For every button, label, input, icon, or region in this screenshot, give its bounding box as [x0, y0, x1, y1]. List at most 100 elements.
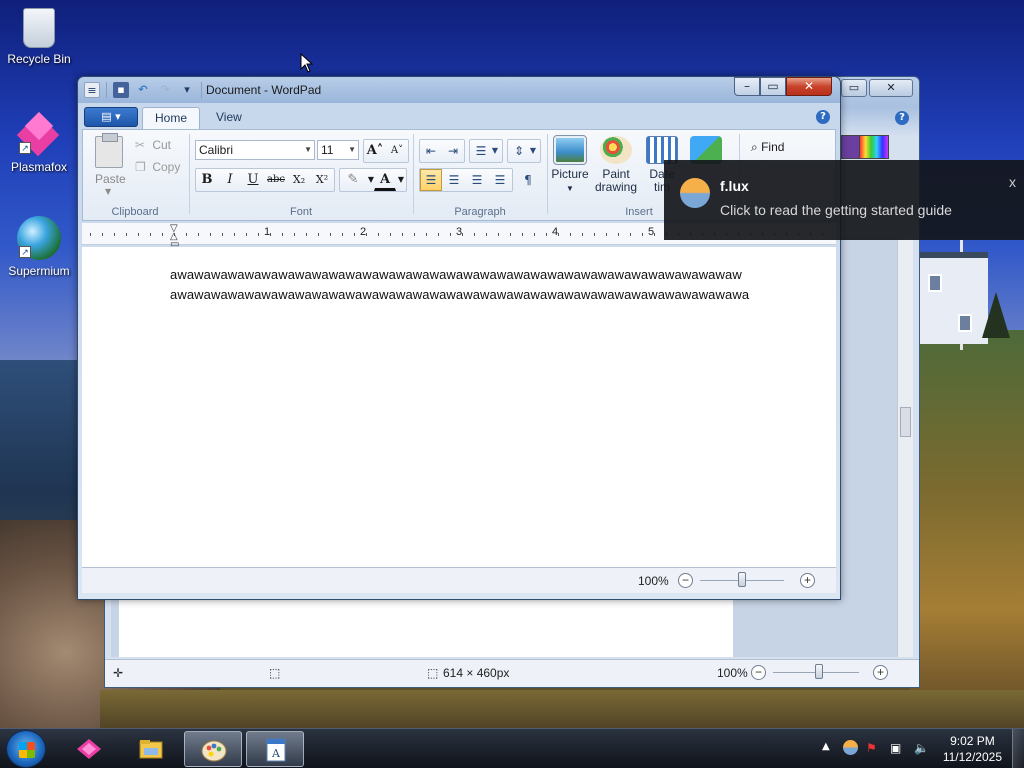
binoculars-icon: ⌕ — [751, 140, 758, 154]
notification-close-button[interactable]: x — [1009, 174, 1016, 190]
window-title: Document - WordPad — [206, 83, 322, 97]
close-button[interactable]: ✕ — [786, 77, 832, 96]
clock[interactable]: 9:02 PM 11/12/2025 — [943, 733, 1002, 765]
chevron-down-icon[interactable]: ▼ — [390, 169, 412, 191]
paste-icon — [95, 133, 123, 168]
font-family-select[interactable]: Calibri ▼ — [195, 140, 315, 160]
flux-notification[interactable]: f.lux Click to read the getting started … — [664, 160, 1024, 240]
paint-zoom-thumb[interactable] — [815, 664, 823, 679]
save-icon[interactable]: ▪ — [113, 82, 129, 98]
ruler-tick — [306, 233, 307, 236]
underline-icon[interactable]: U — [242, 169, 264, 191]
font-size-select[interactable]: 11 ▼ — [317, 140, 359, 160]
scroll-thumb[interactable] — [900, 407, 911, 437]
shrink-font-icon[interactable]: A˅ — [386, 140, 408, 162]
insert-picture-button[interactable]: Picture ▼ — [547, 135, 593, 195]
ruler-tick — [90, 233, 91, 236]
paint-close-button[interactable]: ✕ — [869, 79, 913, 97]
ruler-tick — [126, 233, 127, 236]
font-style-group: B I U abc X₂ X² — [195, 168, 335, 192]
copy-icon: ❐ — [135, 160, 146, 174]
help-icon[interactable]: ? — [816, 110, 830, 124]
minimize-button[interactable]: – — [734, 77, 760, 96]
superscript-icon[interactable]: X² — [311, 169, 333, 191]
increase-indent-icon[interactable]: ⇥ — [442, 140, 464, 162]
taskbar-paint[interactable] — [184, 731, 242, 767]
document-text-line[interactable]: awawawawawawawawawawawawawawawawawawawaw… — [170, 267, 742, 282]
wordpad-app-icon[interactable]: ≡ — [84, 82, 100, 98]
copy-button[interactable]: ❐ Copy — [135, 160, 180, 174]
strikethrough-icon[interactable]: abc — [265, 169, 287, 191]
paint-canvas[interactable] — [119, 597, 733, 657]
taskbar-file-explorer[interactable] — [122, 731, 180, 767]
document-page[interactable]: awawawawawawawawawawawawawawawawawawawaw… — [82, 247, 836, 567]
desktop-icon-plasmafox[interactable]: ↗ Plasmafox — [1, 111, 77, 174]
cut-button[interactable]: ✂ Cut — [135, 138, 171, 152]
flux-tray-icon[interactable] — [843, 740, 858, 755]
group-separator — [413, 134, 414, 214]
tab-home[interactable]: Home — [142, 107, 201, 129]
edit-colors-swatch[interactable] — [841, 135, 861, 159]
taskbar: A ▲ ⚑ ▣ 🔈 9:02 PM 11/12/2025 — [0, 728, 1024, 768]
bold-icon[interactable]: B — [196, 169, 218, 191]
font-family-value: Calibri — [199, 143, 234, 157]
undo-icon[interactable]: ↶ — [135, 82, 151, 98]
network-icon[interactable]: ▣ — [890, 741, 901, 755]
action-center-flag-icon[interactable]: ⚑ — [866, 741, 877, 755]
find-button[interactable]: ⌕ Find — [751, 140, 784, 155]
redo-icon[interactable]: ↷ — [157, 82, 173, 98]
customize-qat-icon[interactable]: ▾ — [179, 82, 195, 98]
ruler-tick — [378, 233, 379, 236]
ruler-tick — [102, 233, 103, 236]
taskbar-wordpad[interactable]: A — [246, 731, 304, 767]
ruler-number: 4 — [552, 226, 559, 238]
desktop-icon-recycle-bin[interactable]: Recycle Bin — [1, 8, 77, 66]
grow-font-icon[interactable]: A˄ — [364, 140, 386, 162]
subscript-icon[interactable]: X₂ — [288, 169, 310, 191]
maximize-button[interactable]: ▭ — [760, 77, 786, 96]
show-desktop-button[interactable] — [1012, 729, 1024, 768]
color-palette-icon[interactable] — [859, 135, 889, 159]
align-left-icon[interactable]: ☰ — [420, 169, 442, 191]
taskbar-plasmafox[interactable] — [60, 731, 118, 767]
font-color-group: ✎ ▼ A ▼ — [339, 168, 407, 192]
mouse-cursor-icon — [300, 53, 314, 73]
zoom-thumb[interactable] — [738, 572, 746, 587]
align-right-icon[interactable]: ☰ — [466, 169, 488, 191]
paragraph-settings-icon[interactable]: ¶ — [517, 169, 539, 191]
ruler-number: 2 — [360, 226, 367, 238]
clock-date: 11/12/2025 — [942, 750, 1002, 764]
indent-marker[interactable]: ▽ △ ▭ — [170, 224, 179, 250]
document-text-line[interactable]: awawawawawawawawawawawawawawawawawawawaw… — [170, 287, 749, 302]
wordpad-titlebar[interactable]: ≡ ▪ ↶ ↷ ▾ Document - WordPad – ▭ ✕ — [78, 77, 840, 103]
supermium-icon: ↗ — [17, 216, 61, 260]
group-label-paragraph: Paragraph — [454, 206, 506, 218]
paint-help-icon[interactable]: ? — [895, 111, 909, 125]
notification-message[interactable]: Click to read the getting started guide — [720, 202, 952, 218]
ruler-tick — [630, 233, 631, 236]
paint-vertical-scrollbar[interactable] — [897, 237, 913, 657]
ruler-tick — [450, 233, 451, 236]
zoom-out-button[interactable]: − — [678, 573, 693, 588]
flux-logo-icon — [680, 178, 710, 208]
insert-paint-drawing-button[interactable]: Paint drawing — [593, 136, 639, 194]
justify-icon[interactable]: ☰ — [489, 169, 511, 191]
paint-zoom-out-button[interactable]: − — [751, 665, 766, 680]
paint-zoom-in-button[interactable]: + — [873, 665, 888, 680]
application-menu-button[interactable]: ▤ ▾ — [84, 107, 138, 127]
align-center-icon[interactable]: ☰ — [443, 169, 465, 191]
paint-palette-icon — [201, 740, 227, 762]
desktop-icon-supermium[interactable]: ↗ Supermium — [1, 216, 77, 278]
wordpad-window[interactable]: ≡ ▪ ↶ ↷ ▾ Document - WordPad – ▭ ✕ ▤ ▾ H… — [77, 76, 841, 600]
chevron-down-icon[interactable]: ▼ — [488, 140, 502, 162]
zoom-in-button[interactable]: + — [800, 573, 815, 588]
chevron-down-icon[interactable]: ▼ — [526, 140, 540, 162]
tab-view[interactable]: View — [204, 107, 254, 129]
italic-icon[interactable]: I — [219, 169, 241, 191]
ruler-tick — [522, 233, 523, 236]
paint-maximize-button[interactable]: ▭ — [841, 79, 867, 97]
start-button[interactable] — [6, 730, 46, 768]
volume-muted-icon[interactable]: 🔈 — [914, 741, 929, 755]
decrease-indent-icon[interactable]: ⇤ — [420, 140, 442, 162]
show-hidden-icons-button[interactable]: ▲ — [822, 741, 830, 752]
